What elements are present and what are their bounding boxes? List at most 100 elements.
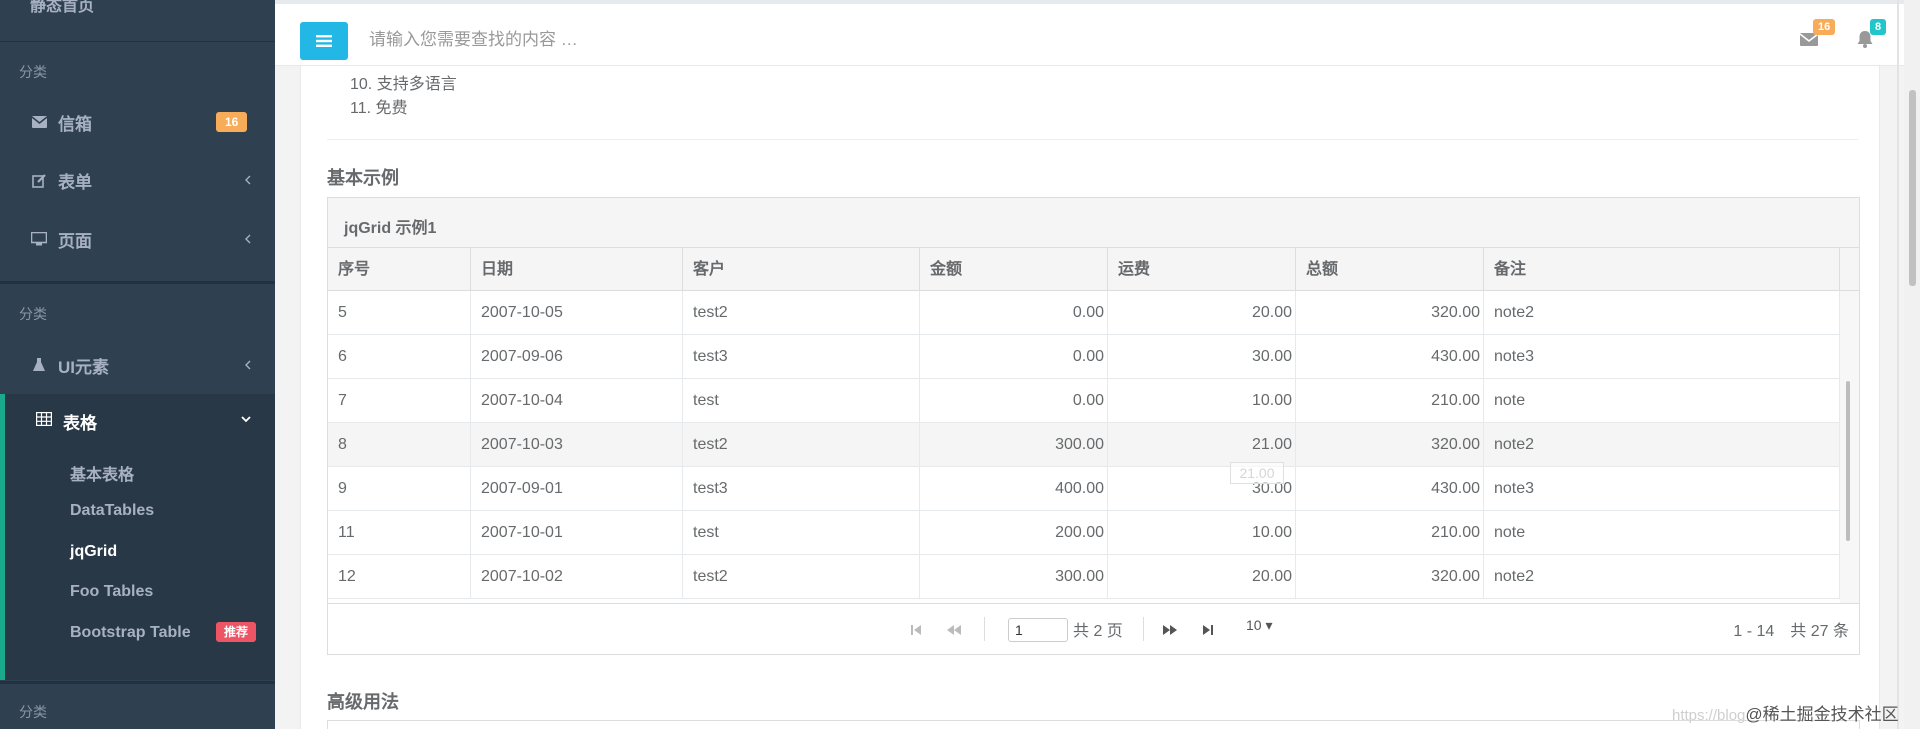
chevron-left-icon [245,175,251,185]
column-header-note[interactable]: 备注 [1484,248,1840,291]
last-page-icon[interactable] [1200,622,1216,638]
cell-freight: 10.00 [1108,379,1296,423]
table-row[interactable]: 7 2007-10-04 test 0.00 10.00 210.00 note [328,379,1840,423]
cell-freight: 30.00 [1108,335,1296,379]
sidebar-item-mailbox[interactable]: 信箱 16 [0,97,275,147]
grid-header-row: 序号 日期 客户 金额 运费 总额 备注 [328,248,1859,291]
sidebar-top-item[interactable]: 静态首页 [0,0,275,42]
table-row[interactable]: 8 2007-10-03 test2 300.00 21.00 320.00 note2 [328,423,1840,467]
cell-client: test3 [683,335,920,379]
sidebar-top-label: 静态首页 [30,0,95,15]
page-number-input[interactable] [1008,618,1068,642]
bars-icon [316,35,332,47]
cell-amount: 0.00 [920,291,1108,335]
menu-toggle-button[interactable] [300,22,348,60]
cell-amount: 0.00 [920,379,1108,423]
top-navbar: 16 8 [275,0,1920,66]
sidebar-item-label: 信箱 [58,114,92,134]
cell-note: note2 [1484,291,1840,335]
grid-scrollbar[interactable] [1840,291,1859,603]
column-header-total[interactable]: 总额 [1296,248,1484,291]
cell-total: 320.00 [1296,291,1484,335]
grid-caption-text: jqGrid 示例1 [344,220,437,237]
cell-id: 11 [328,511,471,555]
edit-icon [31,172,47,188]
table-row[interactable]: 6 2007-09-06 test3 0.00 30.00 430.00 note3 [328,335,1840,379]
content-divider [327,139,1858,140]
sidebar-item-label: 表格 [63,414,97,433]
cell-total: 210.00 [1296,511,1484,555]
cell-client: test3 [683,467,920,511]
cell-note: note2 [1484,555,1840,599]
cell-amount: 0.00 [920,335,1108,379]
column-header-freight[interactable]: 运费 [1108,248,1296,291]
grid-body: 12 2007-10-02 test2 300.00 20.00 320.00 note2 1… [328,291,1859,603]
sidebar-divider [0,281,275,284]
cell-total: 320.00 [1296,555,1484,599]
sidebar-divider [0,681,275,684]
sidebar-item-pages[interactable]: 页面 [0,214,275,264]
advanced-grid-box [327,720,1860,729]
column-header-id[interactable]: 序号 [328,248,471,291]
chevron-down-icon [241,416,251,423]
cell-id: 8 [328,423,471,467]
column-header-date[interactable]: 日期 [471,248,683,291]
section-title-advanced: 高级用法 [327,692,399,712]
cell-id: 12 [328,555,471,599]
column-header-amount[interactable]: 金额 [920,248,1108,291]
sidebar-subitem-basic-table[interactable]: 基本表格 [70,461,134,485]
cell-client: test2 [683,291,920,335]
table-icon [35,411,53,431]
column-header-client[interactable]: 客户 [683,248,920,291]
cell-amount: 300.00 [920,555,1108,599]
sidebar-subitem-bootstrap-table[interactable]: Bootstrap Table [70,624,191,642]
table-row[interactable]: 5 2007-10-05 test2 0.00 20.00 320.00 note2 [328,291,1840,335]
watermark-url: https://blog [1672,707,1746,724]
desktop-icon [31,231,47,247]
cell-total: 320.00 [1296,423,1484,467]
table-row[interactable]: 9 2007-09-01 test3 400.00 30.00 430.00 note3 [328,467,1840,511]
recommend-badge: 推荐 [216,622,257,642]
cell-tooltip: 21.00 [1230,462,1284,484]
window-scrollbar[interactable] [1904,0,1920,729]
main-content: 10. 支持多语言 11. 免费 基本示例 jqGrid 示例1 序号 日期 客… [300,66,1880,729]
next-page-icon[interactable] [1162,622,1178,638]
sidebar-category-label: 分类 [19,306,47,322]
sidebar-item-forms[interactable]: 表单 [0,155,275,205]
sidebar-item-tables[interactable]: 表格 [5,394,275,444]
window-scrollbar-thumb[interactable] [1909,90,1916,286]
first-page-icon[interactable] [908,622,924,638]
grid-scrollbar-thumb[interactable] [1846,381,1850,541]
mail-count-badge: 16 [216,112,248,132]
flask-icon [31,357,47,373]
sidebar-subitem-foo-tables[interactable]: Foo Tables [70,583,153,601]
cell-amount: 400.00 [920,467,1108,511]
cell-note: note [1484,511,1840,555]
cell-client: test2 [683,423,920,467]
sidebar-item-ui-elements[interactable]: UI元素 [0,340,275,390]
bell-notification-badge: 8 [1870,19,1887,35]
mail-notification-badge: 16 [1813,19,1836,35]
cell-total: 430.00 [1296,335,1484,379]
cell-amount: 200.00 [920,511,1108,555]
sidebar-subitem-datatables[interactable]: DataTables [70,502,154,520]
cell-note: note3 [1484,335,1840,379]
cell-note: note [1484,379,1840,423]
cell-client: test2 [683,555,920,599]
cell-total: 210.00 [1296,379,1484,423]
page-size-select[interactable]: 10 ▾ [1246,617,1273,634]
envelope-icon [31,114,47,130]
section-title-basic: 基本示例 [327,168,399,188]
sidebar-item-label: UI元素 [58,357,109,377]
grid-pager: 共 2 页 10 ▾ 1 - 14 共 27 条 [328,603,1859,654]
search-input[interactable] [369,22,969,58]
table-row[interactable]: 11 2007-10-01 test 200.00 10.00 210.00 note [328,511,1840,555]
chevron-left-icon [245,360,251,370]
table-row[interactable]: 12 2007-10-02 test2 300.00 20.00 320.00 note2 [328,555,1840,599]
cell-freight: 20.00 [1108,555,1296,599]
sidebar-item-label: 表单 [58,172,92,192]
prev-page-icon[interactable] [946,622,962,638]
cell-date: 2007-09-06 [471,335,683,379]
sidebar-subitem-jqgrid[interactable]: jqGrid [70,543,117,561]
cell-id: 5 [328,291,471,335]
